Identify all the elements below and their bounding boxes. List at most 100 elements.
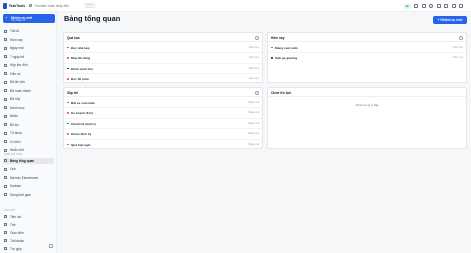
chevron-icon: › (53, 139, 54, 144)
sidebar-item-appearance[interactable]: Giao diện (3, 230, 54, 236)
sidebar-item-next-7-days[interactable]: 7 ngày tới › (3, 54, 54, 60)
inbox-icon[interactable] (421, 4, 426, 8)
sidebar-item-dashboard[interactable]: Bảng tổng quan (3, 157, 54, 164)
list-icon (4, 29, 7, 33)
sidebar-item-label: Tất cả (10, 29, 19, 33)
task-name: Kế hoạch đi bộ (71, 111, 94, 116)
unscheduled-card: Chưa lên lịch Chưa có gì ở đây (267, 87, 467, 149)
chevron-icon: › (53, 46, 54, 50)
sidebar-item-all[interactable]: Tất cả › (3, 28, 54, 34)
palette-icon (4, 231, 7, 234)
chevron-icon: › (53, 97, 54, 101)
sidebar-item-label: Hộp thư đến (10, 63, 28, 67)
task-name: Mang cuối tuần (275, 45, 298, 50)
info-icon[interactable] (255, 90, 259, 95)
grid-icon (4, 176, 7, 179)
task-time: Ngày mai (248, 111, 259, 115)
timeline-icon (4, 193, 7, 196)
task-row[interactable]: Mua đồ dùng Hôm nay (64, 53, 262, 64)
sidebar-item-label: Ngày mai (10, 46, 24, 50)
create-task-button[interactable]: + Nhiệm vụ mới (433, 16, 467, 24)
task-time: Hôm nay (452, 45, 463, 49)
priority-dot (67, 78, 69, 80)
task-row[interactable]: Giặt ga giường Hôm nay (268, 53, 466, 64)
card-title: Chưa lên lịch (271, 91, 292, 95)
sidebar-item-calendar[interactable]: Lịch (3, 166, 54, 172)
chevron-icon: › (53, 37, 54, 42)
sidebar-item-filters[interactable]: Bộ lọc › (3, 122, 54, 128)
task-row[interactable]: Khám định kỳ Ngày mai (64, 129, 262, 140)
chevron-icon: › (53, 222, 54, 227)
task-time: Ngày mai (248, 121, 259, 125)
app-logo[interactable]: TaskTools (3, 2, 25, 9)
sidebar-item-categories[interactable]: Danh mục › (3, 105, 54, 111)
bell-icon[interactable] (429, 4, 433, 8)
sidebar-item-scheduled[interactable]: Đã lên lịch › (3, 79, 54, 85)
task-name: Đánh xanh đọc (71, 66, 94, 71)
sidebar-item-account[interactable]: Tài khoản (3, 238, 54, 244)
new-task-sublabel: Tạo nhiệm vụ (11, 19, 26, 23)
sidebar-item-label: Ma trận Eisenhower (10, 175, 39, 180)
task-name: Mua đồ dùng (71, 56, 91, 61)
sidebar-item-utilities[interactable]: Tiện ích (3, 214, 54, 220)
search-placeholder: Tìm kiếm hoặc nhảy đến (34, 3, 69, 8)
sun-icon (4, 38, 7, 41)
tag-icon (4, 114, 7, 118)
sidebar-item-label: Đã hoàn thành (10, 88, 31, 93)
task-row[interactable]: Đánh xanh đọc Hôm nay (64, 64, 262, 74)
sidebar-item-tags[interactable]: Nhãn › (3, 113, 54, 119)
task-row[interactable]: Đọc nhà bếp Hôm nay (64, 43, 262, 53)
sidebar-item-help[interactable]: Trợ giúp (3, 246, 54, 252)
sidebar-item-tomorrow[interactable]: Ngày mai › (3, 45, 54, 51)
task-row[interactable]: Đọc 30 phút Hôm nay (64, 74, 262, 85)
sidebar-item-inbox[interactable]: Hộp thư đến › (3, 62, 54, 68)
task-row[interactable]: Chuẩn bị hành lý Ngày mai (64, 119, 262, 129)
sidebar-item-label: Nhắc nhở (10, 148, 24, 152)
search-input[interactable]: Tìm kiếm hoặc nhảy đến Ctrl K (29, 3, 95, 9)
maximize-icon[interactable] (451, 4, 456, 8)
sunrise-icon (4, 46, 7, 50)
chevron-icon: › (53, 63, 54, 67)
sidebar-item-timeline[interactable]: Dòng thời gian (3, 192, 54, 198)
task-time: Hôm nay (452, 56, 463, 60)
sidebar-item-kanban[interactable]: Kanban (3, 183, 54, 189)
chevron-icon: › (53, 114, 54, 118)
sidebar-item-eisenhower[interactable]: Ma trận Eisenhower (3, 175, 54, 181)
sidebar-item-cancelled[interactable]: Đã hủy › (3, 96, 54, 102)
settings-icon[interactable] (436, 4, 441, 8)
sidebar-item-priority[interactable]: Ưu tiên › (3, 139, 54, 145)
collapse-sidebar-icon[interactable] (49, 244, 53, 248)
task-time: Ngày mai (248, 100, 259, 104)
info-icon[interactable] (255, 35, 259, 40)
sidebar-item-label: Bảng tổng quan (10, 158, 35, 163)
sidebar-item-label: Dòng thời gian (10, 192, 31, 197)
sidebar-item-cards[interactable]: Thẻ › (3, 222, 54, 228)
info-icon[interactable] (459, 35, 463, 40)
sidebar-item-flagged[interactable]: Gắn cờ › (3, 71, 54, 77)
task-row[interactable]: Mang cuối tuần Hôm nay (268, 43, 466, 53)
calendar-icon[interactable] (414, 4, 418, 8)
minimize-icon[interactable] (444, 4, 448, 8)
sidebar-item-today[interactable]: Hôm nay › (3, 37, 54, 43)
sidebar-item-label: Bộ lọc (10, 122, 19, 127)
task-row[interactable]: Kế hoạch đi bộ Ngày mai (64, 108, 262, 119)
sidebar-item-keywords[interactable]: Từ khóa › (3, 130, 54, 136)
task-row[interactable]: Đặt xe cuối tuần Ngày mai (64, 98, 262, 108)
task-name: Đọc nhà bếp (71, 45, 90, 50)
sidebar-item-label: Trợ giúp (10, 246, 22, 251)
sidebar-item-completed[interactable]: Đã hoàn thành › (3, 88, 54, 94)
card-title: Hôm nay (271, 36, 285, 40)
card-header: Sắp tới (64, 88, 262, 97)
views-section-label: CHẾ ĐỘ XEM (4, 153, 23, 156)
task-name: Khám định kỳ (71, 132, 92, 137)
priority-dot (271, 57, 273, 59)
sidebar-item-label: Ưu tiên (10, 139, 21, 144)
chevron-icon: › (53, 80, 54, 84)
today-card: Hôm nay Mang cuối tuần Hôm nay Giặt ga gi… (267, 32, 467, 83)
task-row[interactable]: Quà biết ngữ Ngày mai (64, 140, 262, 151)
close-icon[interactable] (459, 4, 463, 8)
sidebar-item-label: Từ khóa (10, 131, 22, 135)
new-task-button[interactable]: + Nhiệm vụ mới Tạo nhiệm vụ (3, 14, 55, 23)
sidebar-item-label: Đã lên lịch (10, 80, 25, 84)
settings-section-label: CÀI ĐẶT (4, 209, 16, 212)
